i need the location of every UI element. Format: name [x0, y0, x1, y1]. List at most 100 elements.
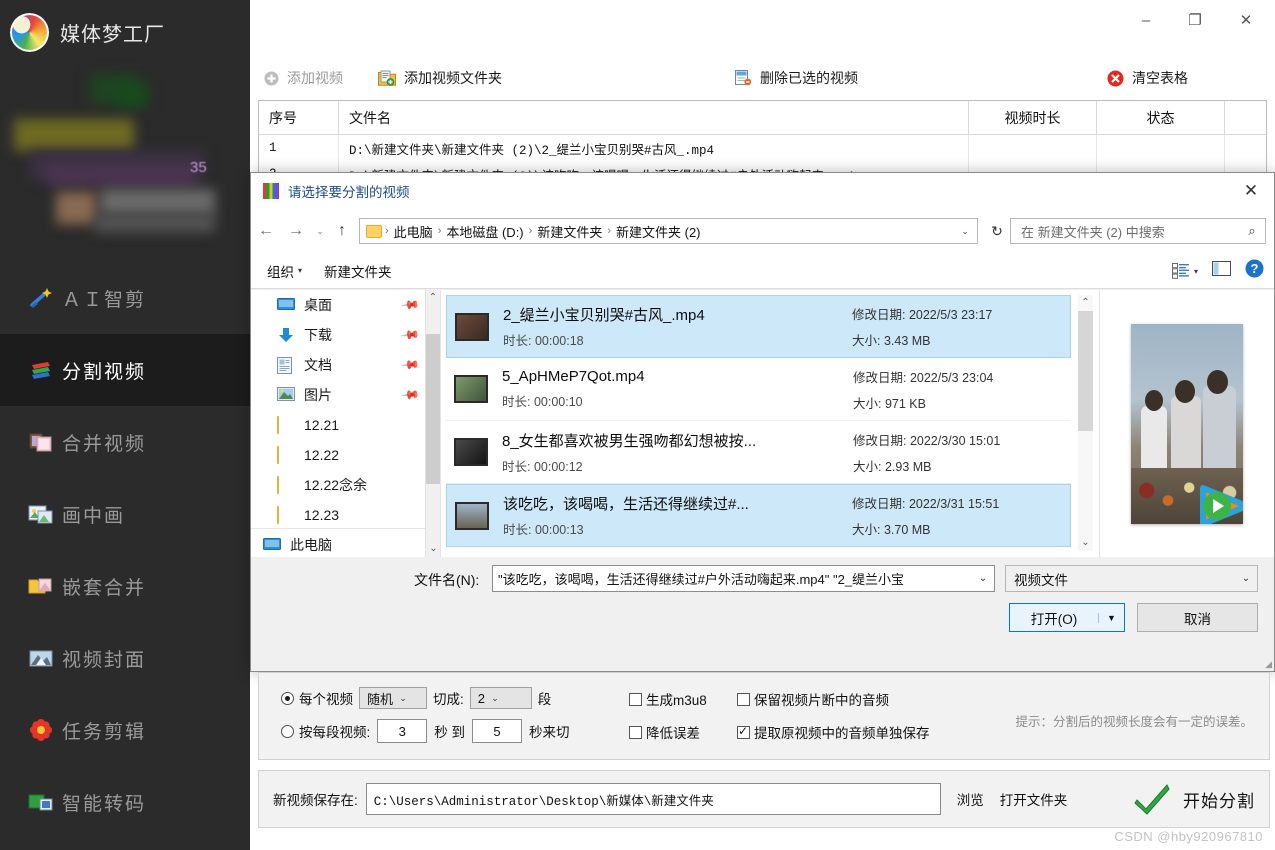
checkbox-extract-audio[interactable]: 提取原视频中的音频单独保存 [737, 722, 930, 742]
to-seconds-input[interactable]: 5 [472, 719, 523, 743]
radio-by-duration[interactable] [281, 724, 294, 738]
sidebar-item-picture-in-picture[interactable]: 画中画 [0, 478, 250, 550]
checkbox-generate-m3u8[interactable]: 生成m3u8 [629, 689, 707, 709]
chevron-down-icon[interactable]: ⌄ [1237, 573, 1255, 584]
tree-item-folder-1222nianyu[interactable]: 12.22念余 [251, 470, 440, 500]
chevron-down-icon[interactable]: ⌄ [974, 573, 992, 584]
tree-item-downloads[interactable]: 下载 📌 [251, 320, 440, 350]
pin-icon[interactable]: 📌 [400, 295, 420, 315]
forward-icon[interactable]: → [281, 216, 311, 246]
split-layers-icon [28, 358, 54, 382]
breadcrumb[interactable]: › 此电脑 › 本地磁盘 (D:) › 新建文件夹 › 新建文件夹 (2) ⌄ [359, 218, 978, 244]
save-path-input[interactable]: C:\Users\Administrator\Desktop\新媒体\新建文件夹 [365, 783, 941, 815]
window-close-button[interactable]: ✕ [1223, 4, 1269, 36]
start-split-button[interactable]: 开始分割 [1133, 782, 1255, 816]
chevron-down-icon[interactable]: ⌄ [955, 226, 975, 237]
add-video-folder-button[interactable]: 添加视频文件夹 [378, 64, 502, 92]
column-header-duration[interactable]: 视频时长 [969, 101, 1097, 134]
breadcrumb-item-0[interactable]: 此电脑 [390, 222, 437, 241]
filename-input[interactable]: "该吃吃，该喝喝，生活还得继续过#户外活动嗨起来.mp4" "2_缇兰小宝 ⌄ [492, 565, 995, 592]
layout-list-button[interactable]: ▾ [1171, 263, 1198, 279]
sidebar-item-ai-edit[interactable]: ＡＩ智剪 [0, 262, 250, 334]
checkbox-label: 提取原视频中的音频单独保存 [754, 726, 930, 741]
sidebar-item-video-cover[interactable]: 视频封面 [0, 622, 250, 694]
sidebar-item-nested-merge[interactable]: 嵌套合并 [0, 550, 250, 622]
random-mode-select[interactable]: 随机 ⌄ [359, 687, 427, 709]
filetype-select[interactable]: 视频文件 ⌄ [1005, 565, 1258, 592]
open-folder-button[interactable]: 打开文件夹 [1000, 789, 1068, 809]
table-row[interactable]: 1 D:\新建文件夹\新建文件夹 (2)\2_缇兰小宝贝别哭#古风_.mp4 [259, 135, 1266, 161]
open-button[interactable]: 打开(O) ▼ [1009, 603, 1125, 632]
preview-pane-button[interactable] [1212, 261, 1231, 281]
tree-item-folder-1222[interactable]: 12.22 [251, 440, 440, 470]
sidebar-item-merge-video[interactable]: 合并视频 [0, 406, 250, 478]
list-item[interactable]: 5_ApHMeP7Qot.mp4 时长: 00:00:10 修改日期: 2022… [446, 358, 1071, 421]
checkbox-reduce-error[interactable]: 降低误差 [629, 722, 700, 742]
checkbox-box [737, 724, 750, 739]
search-input[interactable]: 在 新建文件夹 (2) 中搜索 ⌕ [1010, 218, 1266, 244]
help-button[interactable]: ? [1245, 259, 1264, 283]
back-icon[interactable]: ← [251, 216, 281, 246]
add-video-button[interactable]: 添加视频 [264, 64, 343, 92]
play-button-icon[interactable] [1197, 484, 1243, 524]
tree-scrollbar[interactable]: ⌃ ⌄ [425, 290, 440, 557]
browse-button[interactable]: 浏览 [957, 789, 984, 809]
file-list-scrollbar[interactable]: ⌃ ⌄ [1078, 295, 1093, 551]
list-item[interactable]: 8_女生都喜欢被男生强吻都幻想被按... 时长: 00:00:12 修改日期: … [446, 421, 1071, 484]
from-seconds-input[interactable]: 3 [377, 719, 428, 743]
radio-each-video[interactable] [281, 691, 294, 705]
tree-item-documents[interactable]: 文档 📌 [251, 350, 440, 380]
video-table-header: 序号 文件名 视频时长 状态 [259, 101, 1266, 135]
refresh-icon[interactable]: ↻ [984, 223, 1010, 240]
window-maximize-button[interactable]: ❐ [1172, 4, 1218, 36]
filetype-value: 视频文件 [1014, 572, 1068, 588]
clear-table-button[interactable]: 清空表格 [1107, 64, 1188, 92]
tree-item-folder-1223[interactable]: 12.23 [251, 500, 440, 530]
scrollbar-thumb[interactable] [426, 334, 440, 484]
file-modified-date: 修改日期: 2022/3/31 15:51 [852, 497, 1000, 511]
cancel-button[interactable]: 取消 [1137, 603, 1258, 632]
column-header-extra[interactable] [1225, 101, 1266, 134]
segments-select[interactable]: 2 ⌄ [469, 687, 532, 709]
up-one-level-icon[interactable]: ↑ [329, 222, 355, 240]
checkbox-keep-audio[interactable]: 保留视频片断中的音频 [737, 689, 889, 709]
column-header-index[interactable]: 序号 [259, 101, 339, 134]
dialog-close-button[interactable]: ✕ [1228, 173, 1274, 209]
clear-table-label: 清空表格 [1132, 70, 1188, 86]
sidebar-item-split-video[interactable]: 分割视频 [0, 334, 250, 406]
tree-item-this-pc[interactable]: 此电脑 [251, 530, 440, 557]
file-name: 2_缇兰小宝贝别哭#古风_.mp4 [503, 307, 705, 324]
new-folder-button[interactable]: 新建文件夹 [324, 261, 392, 281]
open-dropdown-icon[interactable]: ▼ [1098, 612, 1124, 623]
list-item[interactable]: 该吃吃，该喝喝，生活还得继续过#... 时长: 00:00:13 修改日期: 2… [446, 484, 1071, 547]
mode-by-duration-row: 按每段视频: 3 秒 到 5 秒来切 [281, 719, 570, 743]
organize-button[interactable]: 组织 ▾ [267, 261, 302, 281]
resize-grip-icon[interactable]: ◢ [1265, 659, 1272, 670]
column-header-status[interactable]: 状态 [1097, 101, 1225, 134]
sidebar-item-task-edit[interactable]: 任务剪辑 [0, 694, 250, 766]
tree-item-label: 12.23 [304, 507, 340, 523]
tree-item-folder-1221[interactable]: 12.21 [251, 410, 440, 440]
breadcrumb-item-1[interactable]: 本地磁盘 (D:) [442, 222, 527, 241]
breadcrumb-item-3[interactable]: 新建文件夹 (2) [612, 222, 705, 241]
scroll-up-icon[interactable]: ⌃ [426, 290, 440, 306]
pin-icon[interactable]: 📌 [400, 325, 420, 345]
column-header-filename[interactable]: 文件名 [339, 101, 969, 134]
scroll-up-icon[interactable]: ⌃ [1078, 295, 1093, 311]
recent-locations-icon[interactable]: ⌄ [311, 226, 329, 237]
scrollbar-thumb[interactable] [1078, 311, 1093, 431]
scroll-down-icon[interactable]: ⌄ [1078, 535, 1093, 551]
pin-icon[interactable]: 📌 [400, 385, 420, 405]
scroll-down-icon[interactable]: ⌄ [426, 541, 440, 557]
checkbox-box [629, 725, 642, 739]
list-item[interactable]: 2_缇兰小宝贝别哭#古风_.mp4 时长: 00:00:18 修改日期: 202… [446, 295, 1071, 358]
sidebar-item-smart-transcode[interactable]: 智能转码 [0, 766, 250, 838]
file-duration: 时长: 00:00:12 [502, 459, 583, 474]
tree-item-pictures[interactable]: 图片 📌 [251, 380, 440, 410]
pin-icon[interactable]: 📌 [400, 355, 420, 375]
tree-item-desktop[interactable]: 桌面 📌 [251, 290, 440, 320]
window-minimize-button[interactable]: – [1123, 4, 1169, 36]
breadcrumb-item-2[interactable]: 新建文件夹 [533, 222, 606, 241]
nested-folder-icon [28, 574, 54, 598]
delete-selected-button[interactable]: 删除已选的视频 [735, 64, 858, 92]
